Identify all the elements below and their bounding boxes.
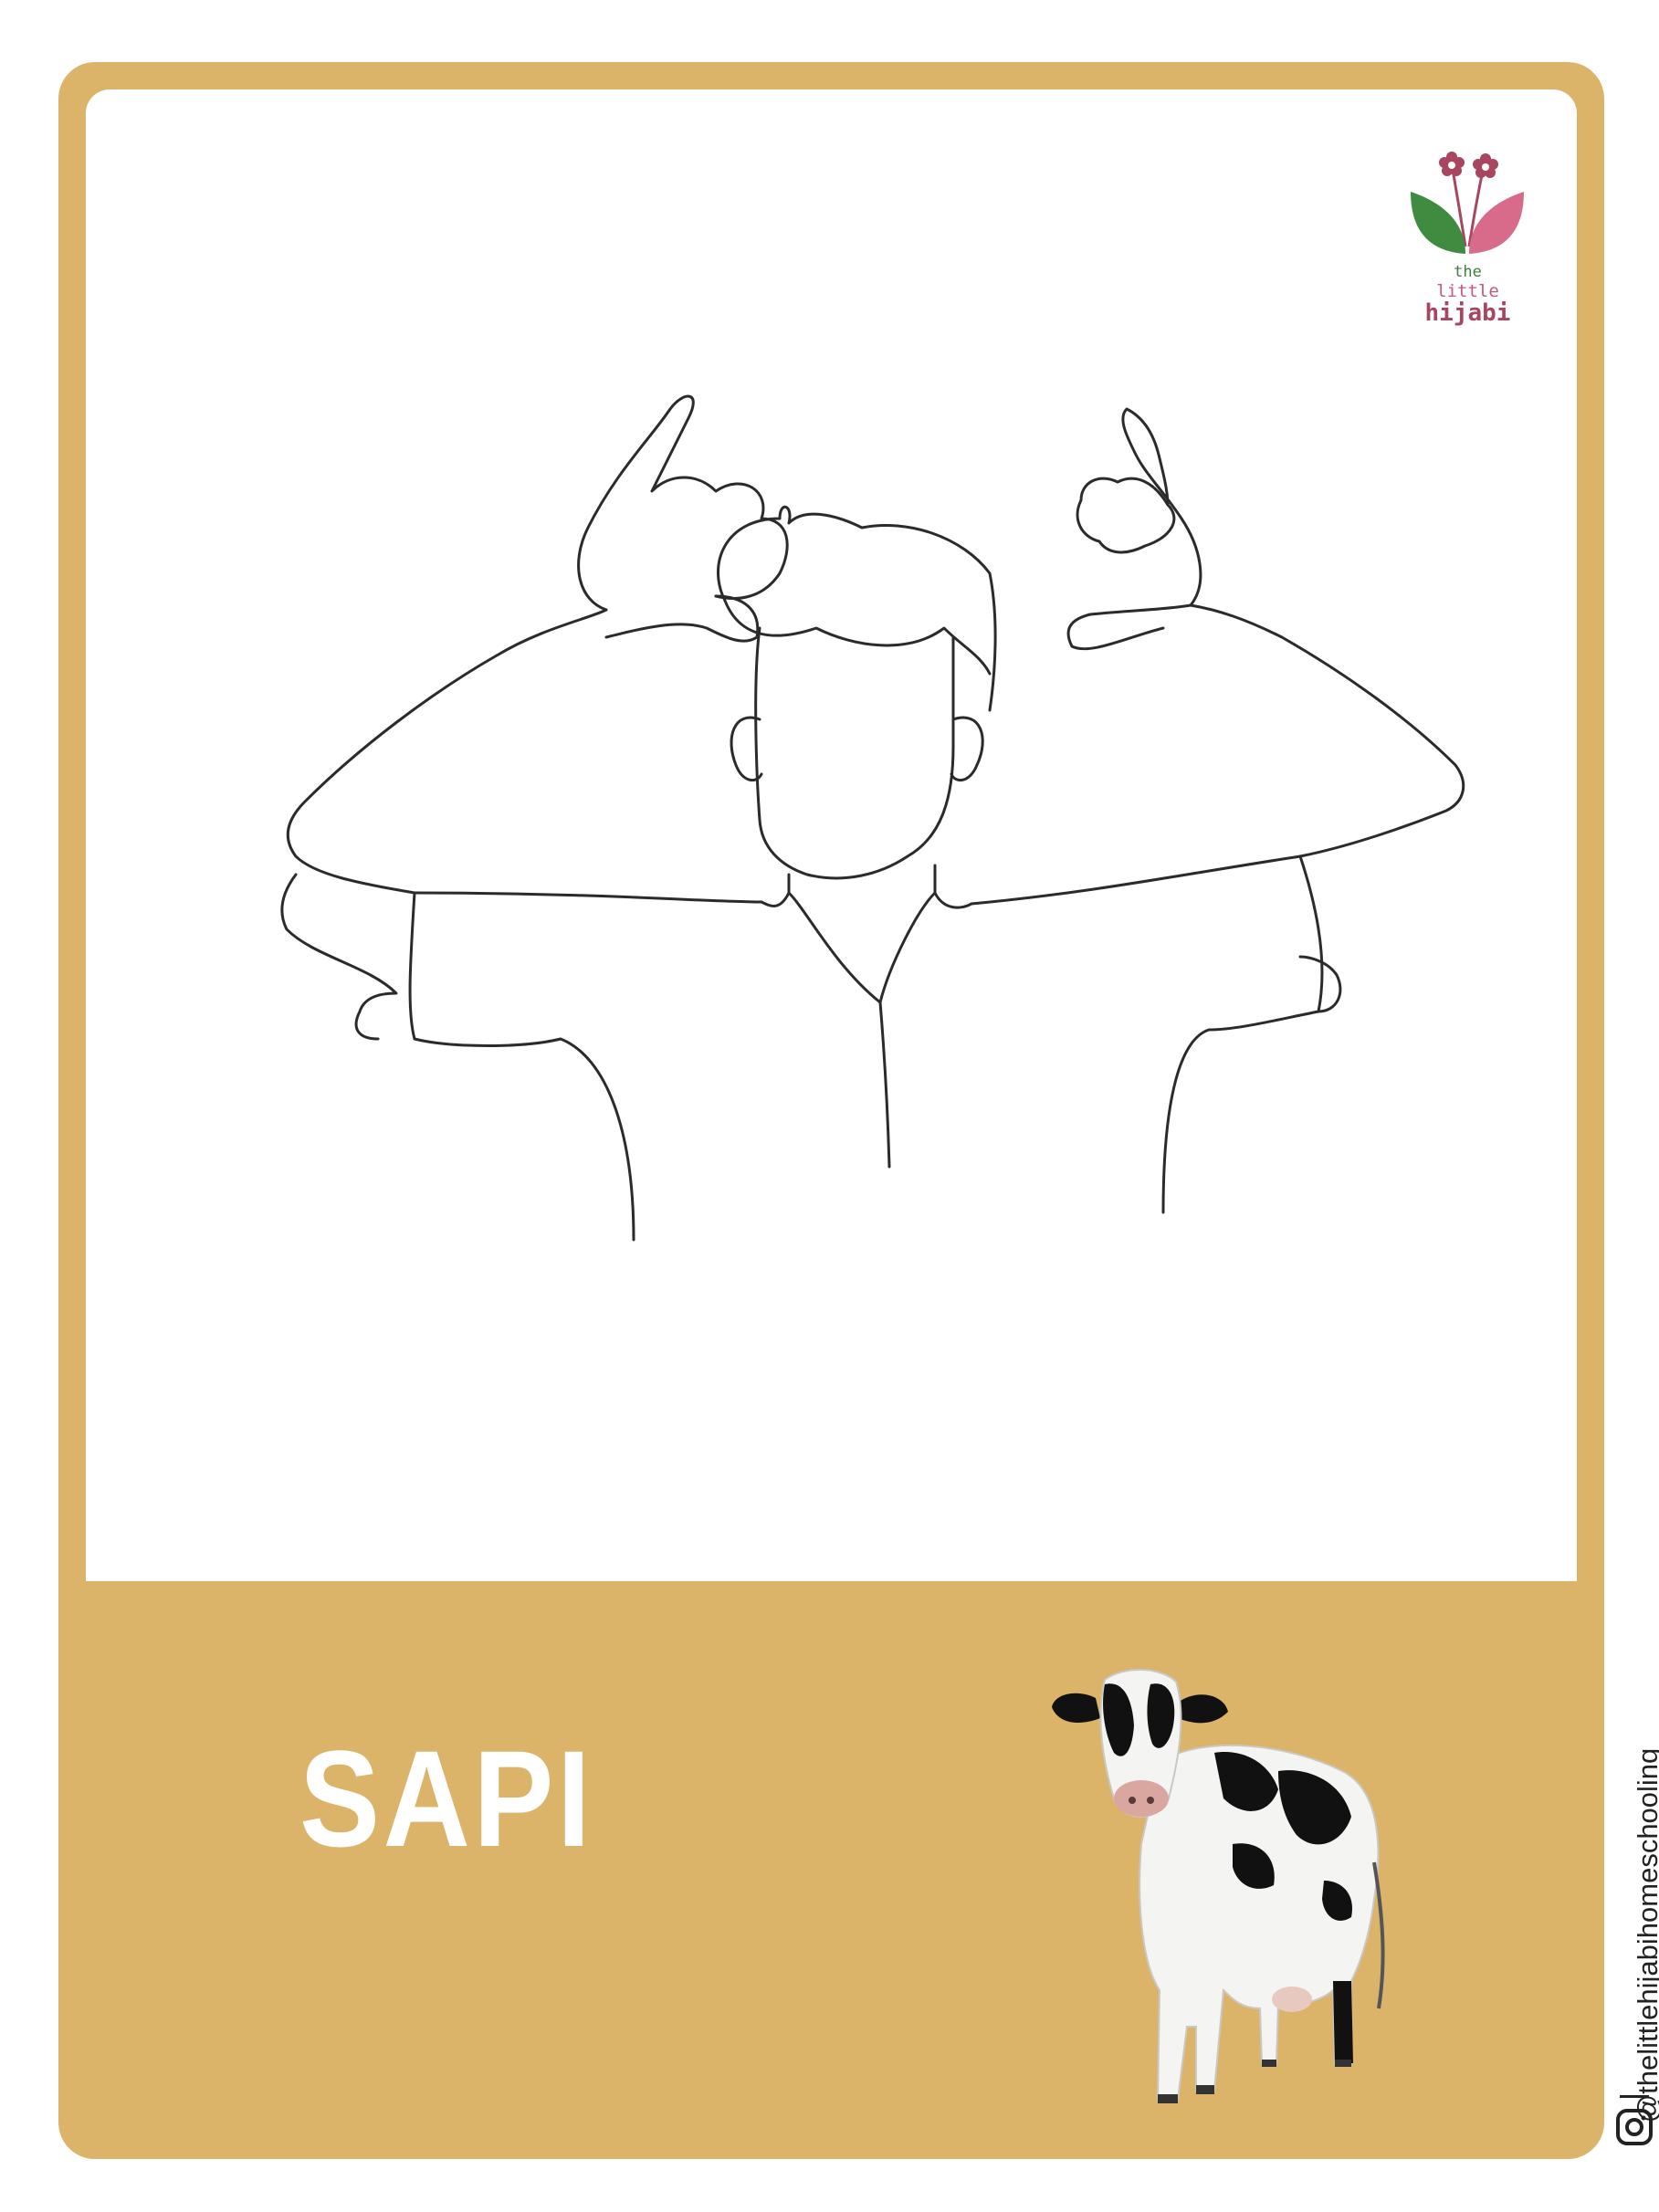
instagram-handle[interactable]: @thelittlehijabihomeschooling [1632, 1748, 1659, 2123]
social-credit: @thelittlehijabihomeschooling [1612, 1634, 1659, 2182]
cow-image [1052, 1669, 1385, 2103]
instagram-icon[interactable] [1616, 2109, 1653, 2145]
divider [1620, 2095, 1649, 2098]
sign-figure-illustration [280, 394, 1465, 1242]
flashcard-word: SAPI [299, 1722, 594, 1875]
